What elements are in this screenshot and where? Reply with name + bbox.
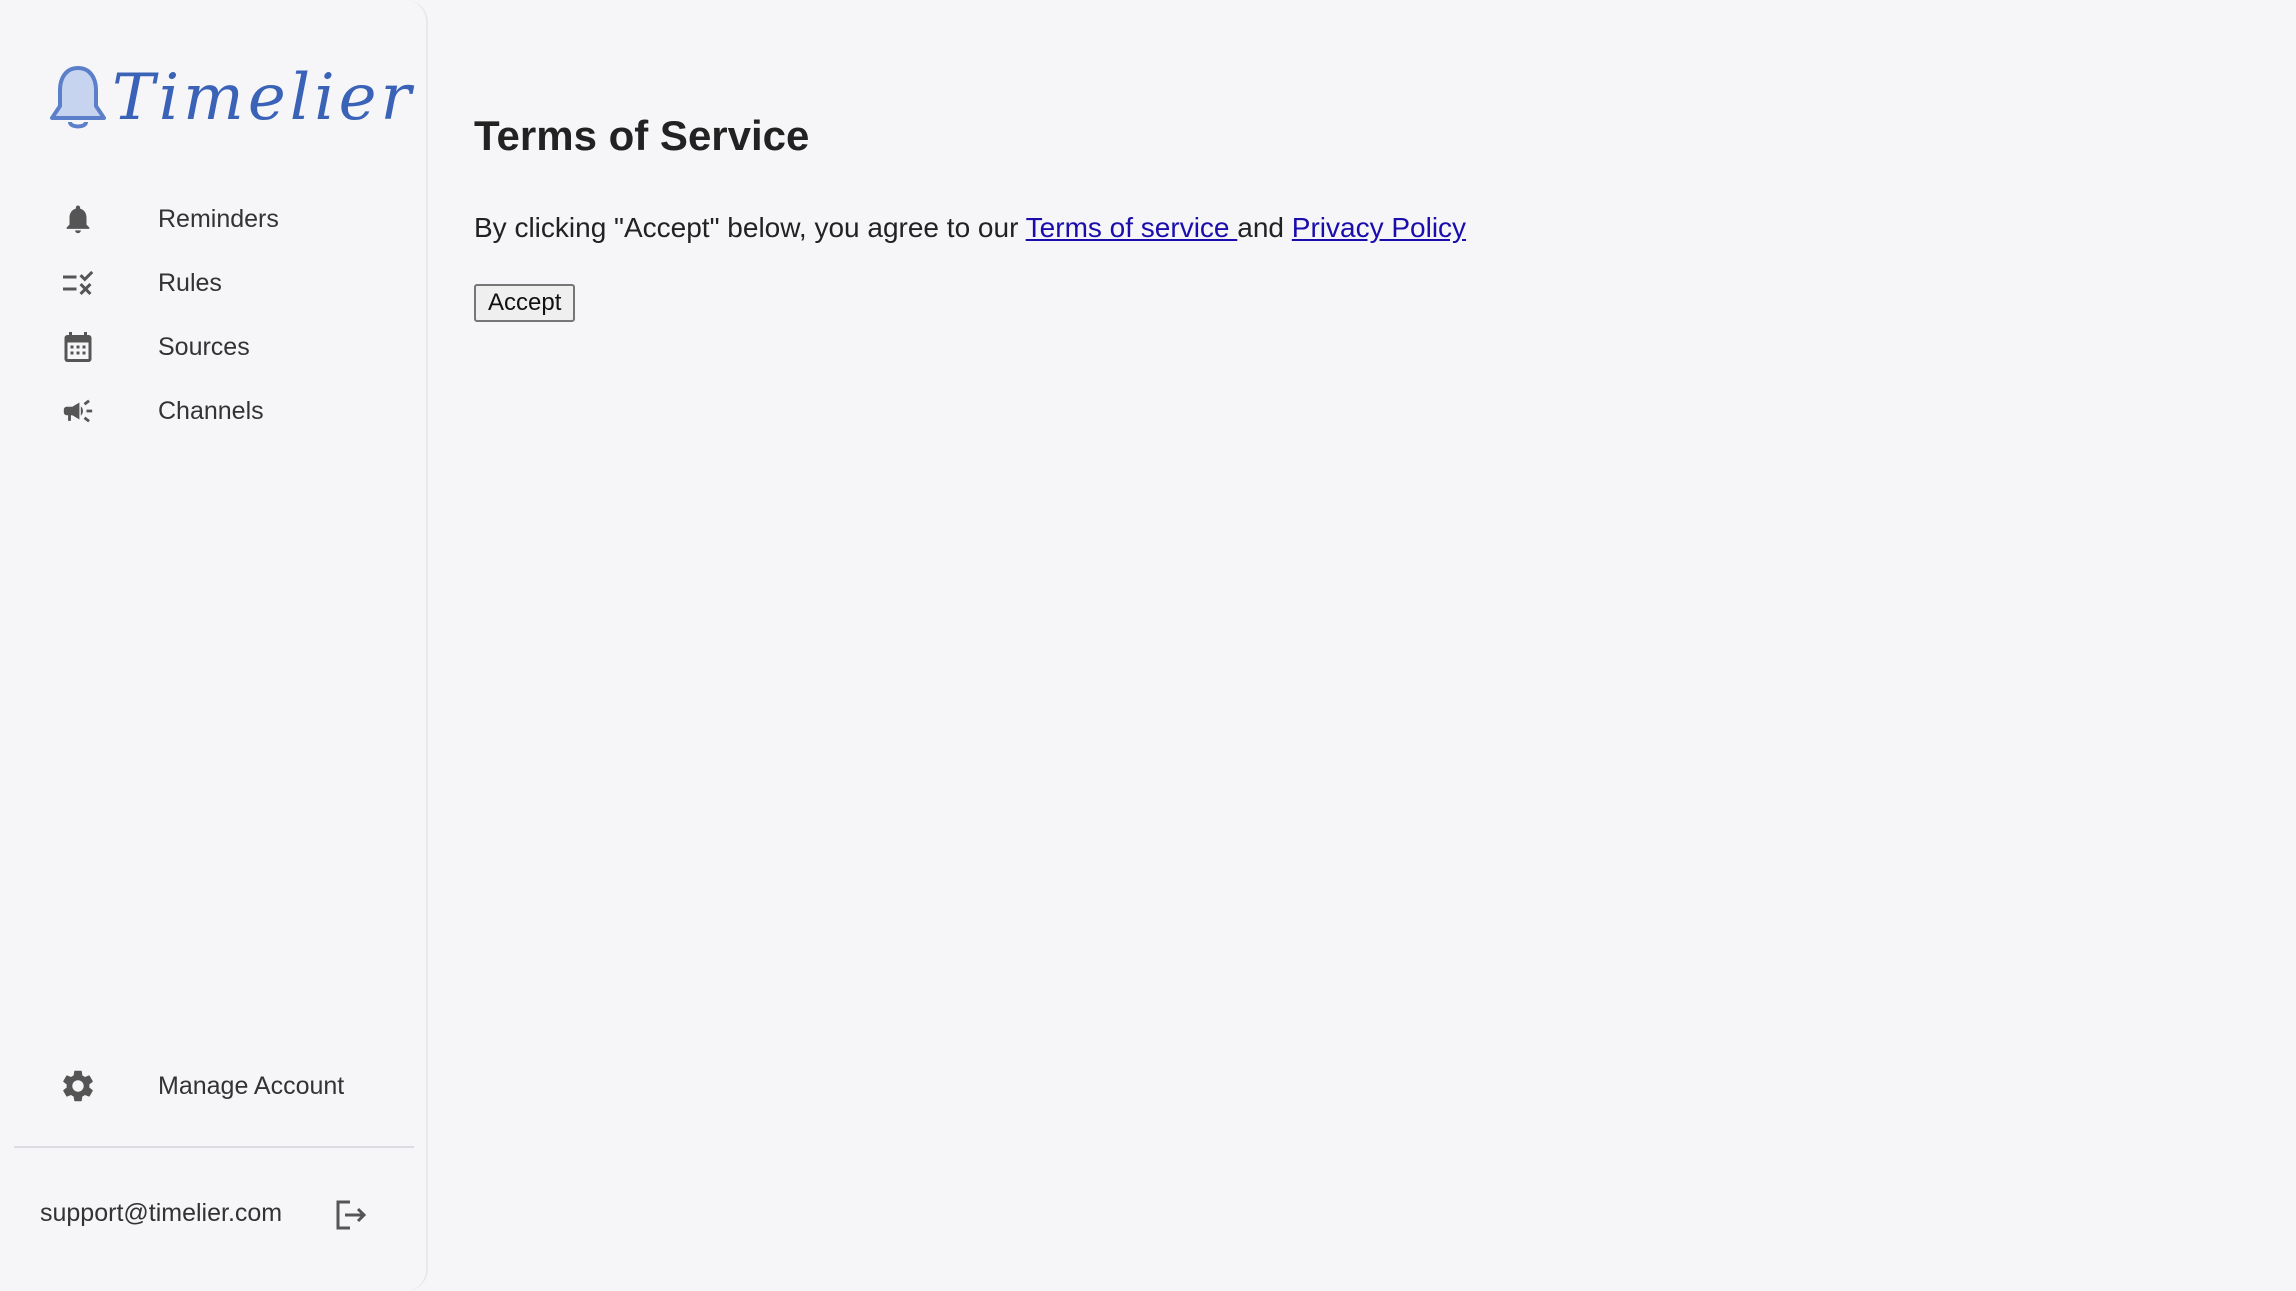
- account-row: support@timelier.com: [40, 1193, 420, 1233]
- gear-icon: [58, 1066, 98, 1106]
- terms-of-service-link[interactable]: Terms of service: [1026, 212, 1238, 243]
- bell-icon: [58, 199, 98, 239]
- sidebar-item-label: Sources: [158, 332, 250, 361]
- privacy-policy-link[interactable]: Privacy Policy: [1292, 212, 1466, 243]
- calendar-icon: [58, 327, 98, 367]
- account-email: support@timelier.com: [40, 1198, 283, 1227]
- rule-icon: [58, 263, 98, 303]
- logo-text: Timelier: [112, 61, 416, 135]
- agreement-prefix: By clicking "Accept" below, you agree to…: [474, 212, 1026, 243]
- logout-icon[interactable]: [330, 1195, 370, 1235]
- sidebar: Timelier Reminders Rules Sources Channel…: [0, 0, 428, 1291]
- sidebar-item-manage-account-wrapper: Manage Account: [0, 1054, 428, 1118]
- megaphone-icon: [58, 391, 98, 431]
- terms-agreement-text: By clicking "Accept" below, you agree to…: [474, 212, 1466, 244]
- sidebar-item-sources[interactable]: Sources: [0, 315, 428, 379]
- sidebar-item-channels[interactable]: Channels: [0, 379, 428, 443]
- sidebar-item-label: Rules: [158, 268, 222, 297]
- sidebar-item-label: Channels: [158, 396, 264, 425]
- logo[interactable]: Timelier: [46, 58, 415, 138]
- accept-button[interactable]: Accept: [474, 284, 576, 322]
- page-title: Terms of Service: [474, 112, 810, 159]
- app: Timelier Reminders Rules Sources Channel…: [0, 0, 2296, 1291]
- sidebar-item-reminders[interactable]: Reminders: [0, 187, 428, 251]
- logo-bell-icon: [50, 66, 106, 129]
- sidebar-item-label: Manage Account: [158, 1071, 345, 1100]
- sidebar-divider: [14, 1146, 414, 1148]
- agreement-and: and: [1237, 212, 1292, 243]
- sidebar-item-rules[interactable]: Rules: [0, 251, 428, 315]
- sidebar-nav: Reminders Rules Sources Channels: [0, 187, 428, 443]
- sidebar-item-label: Reminders: [158, 204, 279, 233]
- sidebar-item-manage-account[interactable]: Manage Account: [0, 1054, 428, 1118]
